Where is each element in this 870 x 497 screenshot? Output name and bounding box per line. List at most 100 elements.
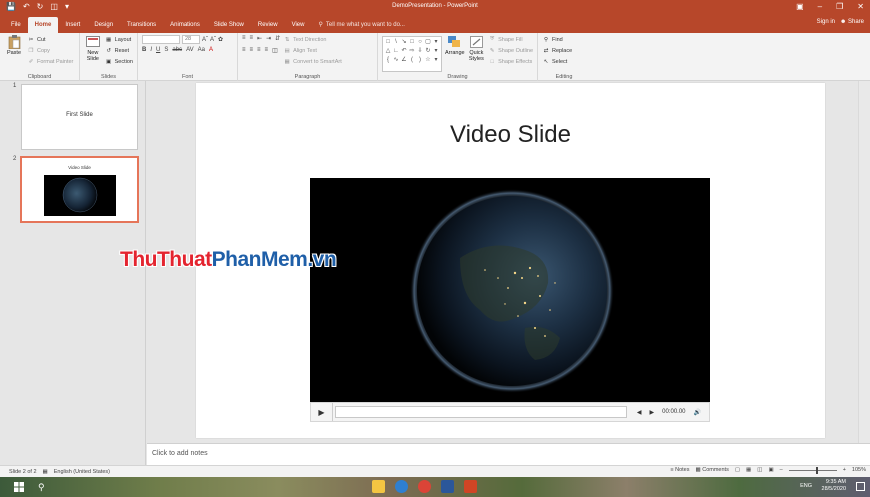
tab-view[interactable]: View — [285, 17, 312, 33]
tab-insert[interactable]: Insert — [58, 17, 87, 33]
increase-font-icon[interactable]: Aˆ — [202, 37, 208, 43]
minimize-button[interactable]: – — [818, 2, 822, 11]
shape-rounded-icon[interactable]: ▢ — [424, 38, 432, 47]
shape-star-icon[interactable]: ☆ — [424, 56, 432, 65]
align-left-icon[interactable]: ≡ — [242, 47, 246, 54]
reading-view-icon[interactable]: ◫ — [757, 467, 762, 473]
text-direction-button[interactable]: ⇅ Text Direction — [283, 35, 342, 44]
shape-paren-icon[interactable]: ( — [408, 56, 416, 65]
notes-toggle[interactable]: ≡ Notes — [670, 467, 689, 473]
notes-pane[interactable]: Click to add notes — [147, 443, 870, 465]
input-language[interactable]: ENG — [800, 483, 812, 489]
justify-icon[interactable]: ≡ — [265, 47, 269, 54]
zoom-slider[interactable] — [788, 466, 837, 474]
close-button[interactable]: ✕ — [857, 2, 864, 11]
clear-formatting-icon[interactable]: ✿ — [218, 36, 223, 43]
shape-rectangle-icon[interactable]: □ — [408, 38, 416, 47]
font-color-icon[interactable]: A — [209, 47, 213, 53]
chrome-browser-icon[interactable] — [418, 480, 431, 493]
shape-expand-icon[interactable]: ▾ — [432, 56, 440, 65]
zoom-slider-thumb[interactable] — [815, 466, 818, 474]
italic-icon[interactable]: I — [150, 47, 152, 53]
tab-home[interactable]: Home — [27, 17, 59, 33]
slide-sorter-icon[interactable]: ▦ — [746, 467, 751, 473]
volume-icon[interactable]: 🔊 — [690, 409, 709, 416]
shape-paren-close-icon[interactable]: ) — [416, 56, 424, 65]
zoom-in-icon[interactable]: + — [843, 467, 846, 473]
tab-design[interactable]: Design — [87, 17, 120, 33]
shape-wave-icon[interactable]: ∿ — [392, 56, 400, 65]
comments-toggle[interactable]: ▩ Comments — [696, 467, 729, 473]
video-player[interactable] — [310, 178, 710, 402]
shape-triangle-icon[interactable]: △ — [384, 47, 392, 56]
slide-show-icon[interactable]: ▣ — [768, 467, 773, 473]
shape-effects-button[interactable]: □ Shape Effects — [488, 57, 533, 66]
shapes-gallery[interactable]: □ \ ↘ □ ○ ▢ ▾ △ ∟ ↶ ⇨ ⇩ ↻ ▾ {∿ ∠() ☆ ▾ — [382, 36, 442, 72]
shape-right-arrow-icon[interactable]: ⇨ — [408, 47, 416, 56]
replace-button[interactable]: ⇄ Replace — [542, 46, 573, 55]
arrange-button[interactable]: Arrange — [445, 35, 465, 72]
tab-animations[interactable]: Animations — [163, 17, 207, 33]
decrease-indent-icon[interactable]: ⇤ — [257, 35, 262, 42]
change-case-icon[interactable]: Aa — [198, 47, 205, 53]
convert-smartart-button[interactable]: ▦ Convert to SmartArt — [283, 57, 342, 66]
windows-start-icon[interactable] — [14, 482, 24, 492]
shape-elbow-icon[interactable]: ∟ — [392, 47, 400, 56]
tray-date[interactable]: 28/5/2020 — [822, 486, 846, 493]
tray-time[interactable]: 9:35 AM — [822, 479, 846, 486]
vertical-scrollbar[interactable] — [858, 81, 870, 443]
skip-back-icon[interactable]: ◀ — [633, 409, 646, 416]
shape-loop-icon[interactable]: ↻ — [424, 47, 432, 56]
character-spacing-icon[interactable]: AV — [186, 47, 194, 53]
slide-title[interactable]: Video Slide — [196, 121, 825, 149]
customize-qat-icon[interactable]: ▾ — [65, 0, 69, 13]
sign-in-link[interactable]: Sign in — [817, 19, 835, 25]
increase-indent-icon[interactable]: ⇥ — [266, 35, 271, 42]
powerpoint-app-icon[interactable] — [464, 480, 477, 493]
share-button[interactable]: ☻ Share — [840, 19, 864, 25]
save-icon[interactable]: 💾 — [6, 0, 16, 13]
quick-styles-button[interactable]: Quick Styles — [468, 35, 486, 72]
shape-scroll-icon[interactable]: ▾ — [432, 47, 440, 56]
paste-button[interactable]: Paste — [4, 35, 24, 72]
shape-curve-icon[interactable]: ↶ — [400, 47, 408, 56]
tab-review[interactable]: Review — [251, 17, 285, 33]
tab-file[interactable]: File — [4, 17, 28, 33]
font-size-box[interactable]: 28 — [182, 35, 200, 44]
bullets-icon[interactable]: ≡ — [242, 35, 246, 42]
language-indicator[interactable]: English (United States) — [54, 469, 110, 475]
shape-more-icon[interactable]: ▾ — [432, 38, 440, 47]
normal-view-icon[interactable]: ▢ — [735, 467, 740, 473]
align-right-icon[interactable]: ≡ — [257, 47, 261, 54]
align-text-button[interactable]: ▤ Align Text — [283, 46, 342, 55]
video-progress-track[interactable] — [335, 406, 627, 418]
tab-slide-show[interactable]: Slide Show — [207, 17, 251, 33]
layout-button[interactable]: ▦ Layout — [105, 35, 133, 44]
edge-browser-icon[interactable] — [395, 480, 408, 493]
copy-button[interactable]: ❐ Copy — [27, 46, 73, 55]
skip-forward-icon[interactable]: ▶ — [646, 409, 659, 416]
word-app-icon[interactable] — [441, 480, 454, 493]
font-name-box[interactable] — [142, 35, 180, 44]
columns-icon[interactable]: ◫ — [272, 47, 278, 54]
start-from-beginning-icon[interactable]: ◫ — [50, 0, 58, 13]
tab-transitions[interactable]: Transitions — [120, 17, 163, 33]
zoom-out-icon[interactable]: – — [780, 467, 783, 473]
shape-line-icon[interactable]: \ — [392, 38, 400, 47]
shape-fill-button[interactable]: ⛨ Shape Fill — [488, 35, 533, 44]
shape-textbox-icon[interactable]: □ — [384, 38, 392, 47]
new-slide-button[interactable]: New Slide — [84, 35, 102, 72]
shadow-icon[interactable]: S — [164, 47, 168, 53]
tell-me-box[interactable]: ⚲ Tell me what you want to do... — [311, 17, 411, 33]
file-explorer-icon[interactable] — [372, 480, 385, 493]
select-button[interactable]: ↖ Select — [542, 57, 572, 66]
maximize-button[interactable]: ❐ — [836, 2, 843, 11]
line-spacing-icon[interactable]: ⇵ — [275, 35, 280, 42]
play-button[interactable]: ▶ — [311, 403, 333, 421]
reset-button[interactable]: ↺ Reset — [105, 46, 133, 55]
taskbar-search-icon[interactable]: ⚲ — [38, 482, 45, 493]
bold-icon[interactable]: B — [142, 47, 146, 53]
decrease-font-icon[interactable]: Aˇ — [210, 37, 216, 43]
align-center-icon[interactable]: ≡ — [250, 47, 254, 54]
section-button[interactable]: ▣ Section — [105, 57, 133, 66]
